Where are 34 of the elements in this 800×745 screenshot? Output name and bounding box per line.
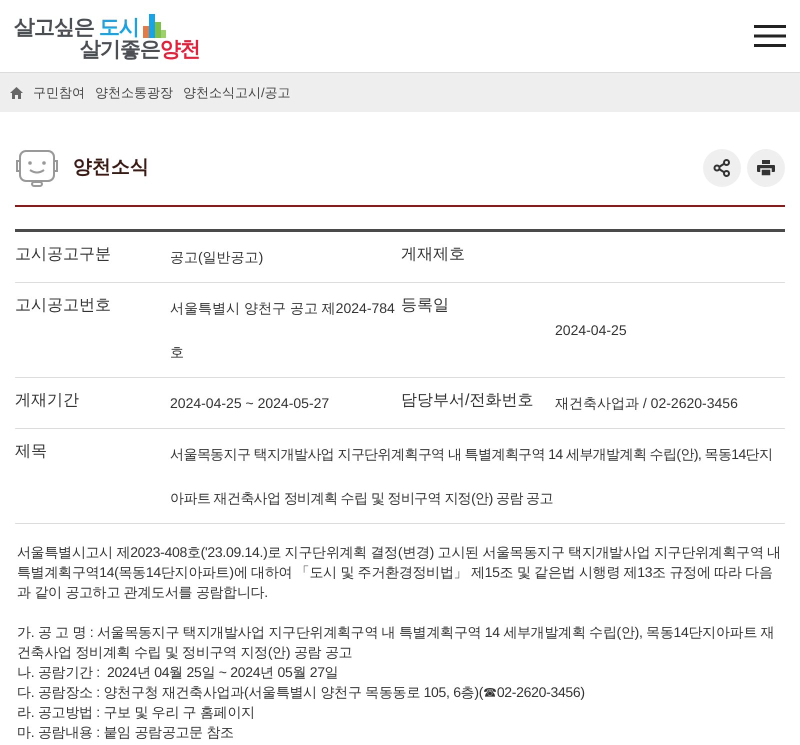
field-value: 재건축사업과 / 02-2620-3456 <box>555 394 738 413</box>
logo-text: 살고싶은 도시 <box>14 17 139 38</box>
page-title: 양천소식 <box>73 156 149 180</box>
logo[interactable]: 살고싶은 도시 살기좋은양천 <box>14 12 200 60</box>
field-label: 제목 <box>15 442 48 462</box>
notice-item: 나. 공람기간 : 2024년 04월 25일 ~ 2024년 05월 27일 <box>17 663 340 682</box>
logo-text: 살기좋은양천 <box>80 39 200 60</box>
field-label: 게재제호 <box>401 245 466 265</box>
home-icon[interactable] <box>10 86 23 98</box>
notice-item: 라. 공고방법 : 구보 및 우리 구 홈페이지 <box>17 703 256 722</box>
breadcrumb-link[interactable]: 양천소통광장 <box>95 82 173 102</box>
chatbot-face-icon <box>15 148 59 188</box>
notice-item: 마. 공람내용 : 붙임 공람공고문 참조 <box>17 723 235 742</box>
notice-item: 가. 공 고 명 : 서울목동지구 택지개발사업 지구단위계획구역 내 특별계획구역 14 세부개발계획 수립(안), 목동14단지아파트 재건축사업 정비계획 수립 및 정비구역 지정(안) 공람 공고 <box>17 623 776 662</box>
menu-icon[interactable] <box>754 25 786 47</box>
printer-icon <box>757 160 775 176</box>
field-value: 서울특별시 양천구 공고 제2024-784호 <box>170 299 396 362</box>
field-label: 게재기간 <box>15 391 80 411</box>
field-label: 담당부서/전화번호 <box>401 391 534 411</box>
notice-item: 다. 공람장소 : 양천구청 재건축사업과(서울특별시 양천구 목동동로 105, 6층)(☎02-2620-3456) <box>17 683 586 702</box>
field-label: 고시공고번호 <box>15 296 112 316</box>
print-button[interactable] <box>747 149 785 187</box>
breadcrumb-link[interactable]: 구민참여 <box>33 82 85 102</box>
breadcrumb-link[interactable]: 양천소식고시/공고 <box>183 82 291 102</box>
field-value: 서울목동지구 택지개발사업 지구단위계획구역 내 특별계획구역 14 세부개발계획 수립(안), 목동14단지아파트 재건축사업 정비계획 수립 및 정비구역 지정(안) 공람 공고 <box>170 445 774 508</box>
field-label: 고시공고구분 <box>15 245 112 265</box>
field-value: 공고(일반공고) <box>170 248 264 267</box>
field-value: 2024-04-25 ~ 2024-05-27 <box>170 394 330 413</box>
buildings-icon <box>140 12 167 38</box>
notice-paragraph: 서울특별시고시 제2023-408호('23.09.14.)로 지구단위계획 결정(변경) 고시된 서울목동지구 택지개발사업 지구단위계획구역 내 특별계획구역14(목동14단지아파트)에 대하여 「도시 및 주거환경정비법」 제15조 및 같은법 시행령 제13조 규정에 따라 다음과 같이 공고하고 관계도서를 공람합니다. <box>17 543 782 602</box>
field-label: 등록일 <box>401 296 450 316</box>
field-value: 2024-04-25 <box>555 321 627 340</box>
share-button[interactable] <box>703 149 741 187</box>
share-icon <box>713 159 731 177</box>
